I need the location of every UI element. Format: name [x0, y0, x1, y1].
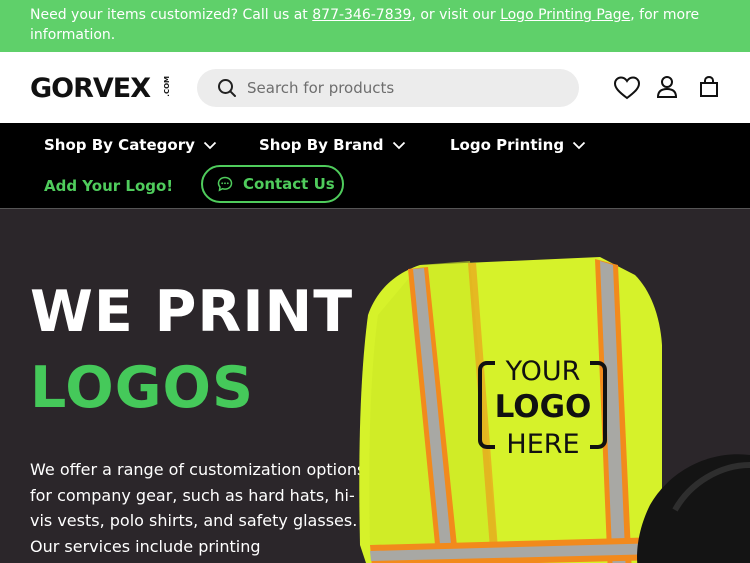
hero-title-line1: WE PRINT — [30, 279, 354, 345]
announcement-bar: Need your items customized? Call us at 8… — [0, 0, 750, 52]
main-nav: Shop By Category Shop By Brand Logo Prin… — [0, 123, 750, 209]
wishlist-heart-icon[interactable] — [613, 75, 641, 105]
nav-label: Logo Printing — [450, 136, 565, 154]
announcement-text-2: , or visit our — [411, 7, 501, 23]
nav-shop-by-brand[interactable]: Shop By Brand — [259, 135, 406, 155]
nav-label: Shop By Brand — [259, 136, 384, 154]
vest-logo-line3: HERE — [506, 429, 579, 460]
account-user-icon[interactable] — [656, 75, 678, 103]
vest-logo-line2: LOGO — [495, 389, 592, 425]
add-your-logo-link[interactable]: Add Your Logo! — [44, 175, 173, 197]
logo-printing-link[interactable]: Logo Printing Page — [500, 7, 630, 23]
hi-vis-vest-image: YOUR LOGO HERE — [359, 257, 750, 563]
chat-bubble-icon — [217, 176, 233, 192]
nav-shop-by-category[interactable]: Shop By Category — [44, 135, 217, 155]
contact-us-button[interactable]: Contact Us — [201, 165, 344, 203]
chevron-down-icon — [203, 141, 217, 150]
hero-description: We offer a range of customization option… — [30, 460, 366, 556]
site-header: GORVEX .COM — [0, 52, 750, 123]
search-bar[interactable] — [197, 69, 579, 107]
vest-logo-line1: YOUR — [505, 356, 581, 387]
chevron-down-icon — [572, 141, 586, 150]
nav-logo-printing[interactable]: Logo Printing — [450, 135, 586, 155]
nav-label: Shop By Category — [44, 136, 195, 154]
logo-text: GORVEX — [30, 73, 151, 104]
chevron-down-icon — [392, 141, 405, 150]
cart-bag-icon[interactable] — [698, 75, 720, 103]
logo-dotcom: .COM — [163, 76, 171, 97]
hero-title-line2: LOGOS — [30, 355, 255, 421]
announcement-text: Need your items customized? Call us at — [30, 7, 313, 23]
site-logo[interactable]: GORVEX .COM — [30, 73, 171, 104]
search-input[interactable] — [247, 69, 567, 107]
hero-section: WE PRINT LOGOS We offer a range of custo… — [0, 209, 750, 563]
search-icon[interactable] — [217, 78, 237, 102]
contact-label: Contact Us — [243, 175, 335, 193]
phone-link[interactable]: 877-346-7839 — [312, 7, 411, 23]
